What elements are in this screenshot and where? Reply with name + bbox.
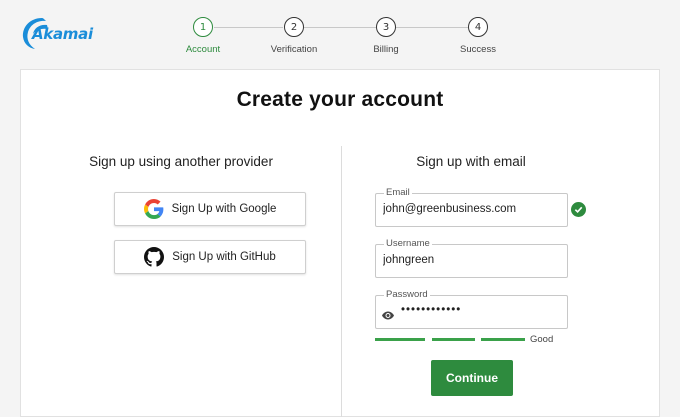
step-connector: [396, 27, 468, 28]
email-field[interactable]: Email: [375, 187, 568, 227]
page-title: Create your account: [236, 88, 444, 111]
github-signup-button[interactable]: Sign Up with GitHub: [114, 240, 306, 274]
github-icon: [144, 247, 165, 267]
email-valid-check-icon: [571, 202, 586, 217]
step-3-label: Billing: [373, 44, 399, 55]
strength-bar-3: [481, 338, 525, 341]
step-1-circle[interactable]: 1: [193, 17, 213, 37]
continue-button[interactable]: Continue: [431, 360, 513, 396]
step-4-label: Success: [460, 44, 496, 55]
step-connector: [304, 27, 376, 28]
step-2-label: Verification: [270, 44, 318, 55]
password-input[interactable]: ••••••••••••: [401, 304, 561, 316]
username-label: Username: [384, 238, 432, 249]
password-field[interactable]: Password ••••••••••••: [375, 289, 568, 329]
column-divider: [341, 146, 342, 417]
github-signup-label: Sign Up with GitHub: [172, 251, 276, 263]
step-3-circle[interactable]: 3: [376, 17, 396, 37]
username-field[interactable]: Username: [375, 238, 568, 278]
provider-heading: Sign up using another provider: [89, 154, 273, 169]
step-1-label: Account: [185, 44, 221, 55]
username-input[interactable]: [383, 254, 561, 266]
password-label: Password: [384, 289, 430, 300]
step-2-circle[interactable]: 2: [284, 17, 304, 37]
step-4-circle[interactable]: 4: [468, 17, 488, 37]
google-icon: [143, 199, 164, 219]
email-input[interactable]: [383, 203, 561, 215]
strength-bar-2: [432, 338, 475, 341]
google-signup-button[interactable]: Sign Up with Google: [114, 192, 306, 226]
email-heading: Sign up with email: [416, 154, 526, 169]
signup-card: Create your account Sign up using anothe…: [20, 69, 660, 417]
step-connector: [214, 27, 283, 28]
signup-stepper: 1 2 3 4 Account Verification Billing Suc…: [0, 0, 680, 60]
email-label: Email: [384, 187, 412, 198]
strength-label: Good: [530, 334, 554, 345]
eye-icon[interactable]: [382, 307, 394, 325]
strength-bar-1: [375, 338, 425, 341]
google-signup-label: Sign Up with Google: [171, 203, 277, 215]
